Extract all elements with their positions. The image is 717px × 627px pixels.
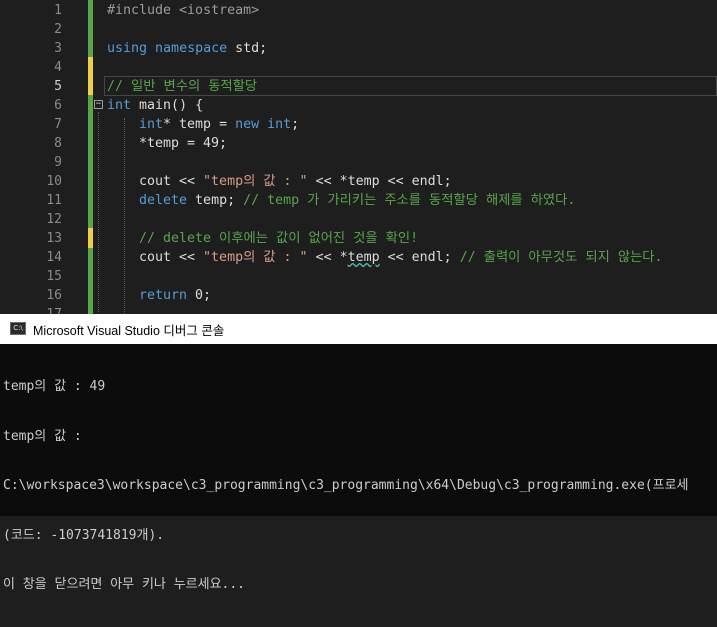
- line-number: 8: [54, 136, 62, 151]
- code-text: delete temp; // temp 가 가리키는 주소를 동적할당 해제를…: [139, 193, 576, 208]
- line-number: 10: [46, 174, 62, 189]
- console-title-bar[interactable]: C:\ Microsoft Visual Studio 디버그 콘솔: [0, 314, 717, 344]
- code-line-current[interactable]: 5 // 일반 변수의 동적할당: [0, 77, 717, 96]
- warning-squiggle: temp: [347, 250, 380, 265]
- code-editor[interactable]: − 1 #include <iostream> 2 3 using namesp…: [0, 0, 717, 314]
- code-text: cout << "temp의 값 : " << *temp << endl; /…: [139, 250, 663, 265]
- line-number: 4: [54, 60, 62, 75]
- code-line[interactable]: 17: [0, 305, 717, 314]
- console-line: (코드: -1073741819개).: [3, 527, 165, 543]
- line-number: 6: [54, 98, 62, 113]
- code-line[interactable]: 13 // delete 이후에는 값이 없어진 것을 확인!: [0, 229, 717, 248]
- line-number: 12: [46, 212, 62, 227]
- code-line[interactable]: 1 #include <iostream>: [0, 1, 717, 20]
- debug-console-window[interactable]: C:\ Microsoft Visual Studio 디버그 콘솔 temp의…: [0, 314, 717, 592]
- code-text: cout << "temp의 값 : " << *temp << endl;: [139, 174, 452, 189]
- code-line[interactable]: 15: [0, 267, 717, 286]
- code-line[interactable]: 10 cout << "temp의 값 : " << *temp << endl…: [0, 172, 717, 191]
- code-text: int* temp = new int;: [139, 117, 300, 132]
- line-number: 3: [54, 41, 62, 56]
- console-output: temp의 값 : 49 temp의 값 : C:\workspace3\wor…: [3, 346, 689, 627]
- line-number: 7: [54, 117, 62, 132]
- console-title: Microsoft Visual Studio 디버그 콘솔: [33, 324, 225, 338]
- code-text: return 0;: [139, 288, 212, 303]
- code-line[interactable]: 14 cout << "temp의 값 : " << *temp << endl…: [0, 248, 717, 267]
- code-text: using namespace std;: [107, 41, 268, 56]
- line-number: 11: [46, 193, 62, 208]
- console-line: temp의 값 :: [3, 428, 82, 444]
- line-number: 9: [54, 155, 62, 170]
- code-line[interactable]: 3 using namespace std;: [0, 39, 717, 58]
- line-number: 2: [54, 22, 62, 37]
- line-number: 17: [0, 305, 62, 314]
- console-line: 이 창을 닫으려면 아무 키나 누르세요...: [3, 577, 246, 592]
- line-number: 5: [54, 79, 62, 94]
- line-number: 13: [46, 231, 62, 246]
- line-number: 1: [54, 3, 62, 18]
- line-number: 16: [46, 288, 62, 303]
- code-text: *temp = 49;: [139, 136, 228, 151]
- code-line[interactable]: 4: [0, 58, 717, 77]
- code-line[interactable]: 11 delete temp; // temp 가 가리키는 주소를 동적할당 …: [0, 191, 717, 210]
- code-line[interactable]: 8 *temp = 49;: [0, 134, 717, 153]
- code-comment: // 일반 변수의 동적할당: [107, 79, 258, 94]
- console-line: C:\workspace3\workspace\c3_programming\c…: [3, 478, 689, 493]
- code-comment: // delete 이후에는 값이 없어진 것을 확인!: [139, 231, 419, 246]
- line-number: 15: [46, 269, 62, 284]
- line-number: 14: [46, 250, 62, 265]
- code-line[interactable]: 6 int main() {: [0, 96, 717, 115]
- code-line[interactable]: 9: [0, 153, 717, 172]
- code-line[interactable]: 16 return 0;: [0, 286, 717, 305]
- code-line[interactable]: 12: [0, 210, 717, 229]
- console-line: temp의 값 : 49: [3, 379, 106, 394]
- code-line[interactable]: 7 int* temp = new int;: [0, 115, 717, 134]
- code-line[interactable]: 2: [0, 20, 717, 39]
- code-text: #include <iostream>: [107, 3, 260, 18]
- code-text: int main() {: [107, 98, 204, 113]
- console-app-icon: C:\: [10, 322, 26, 335]
